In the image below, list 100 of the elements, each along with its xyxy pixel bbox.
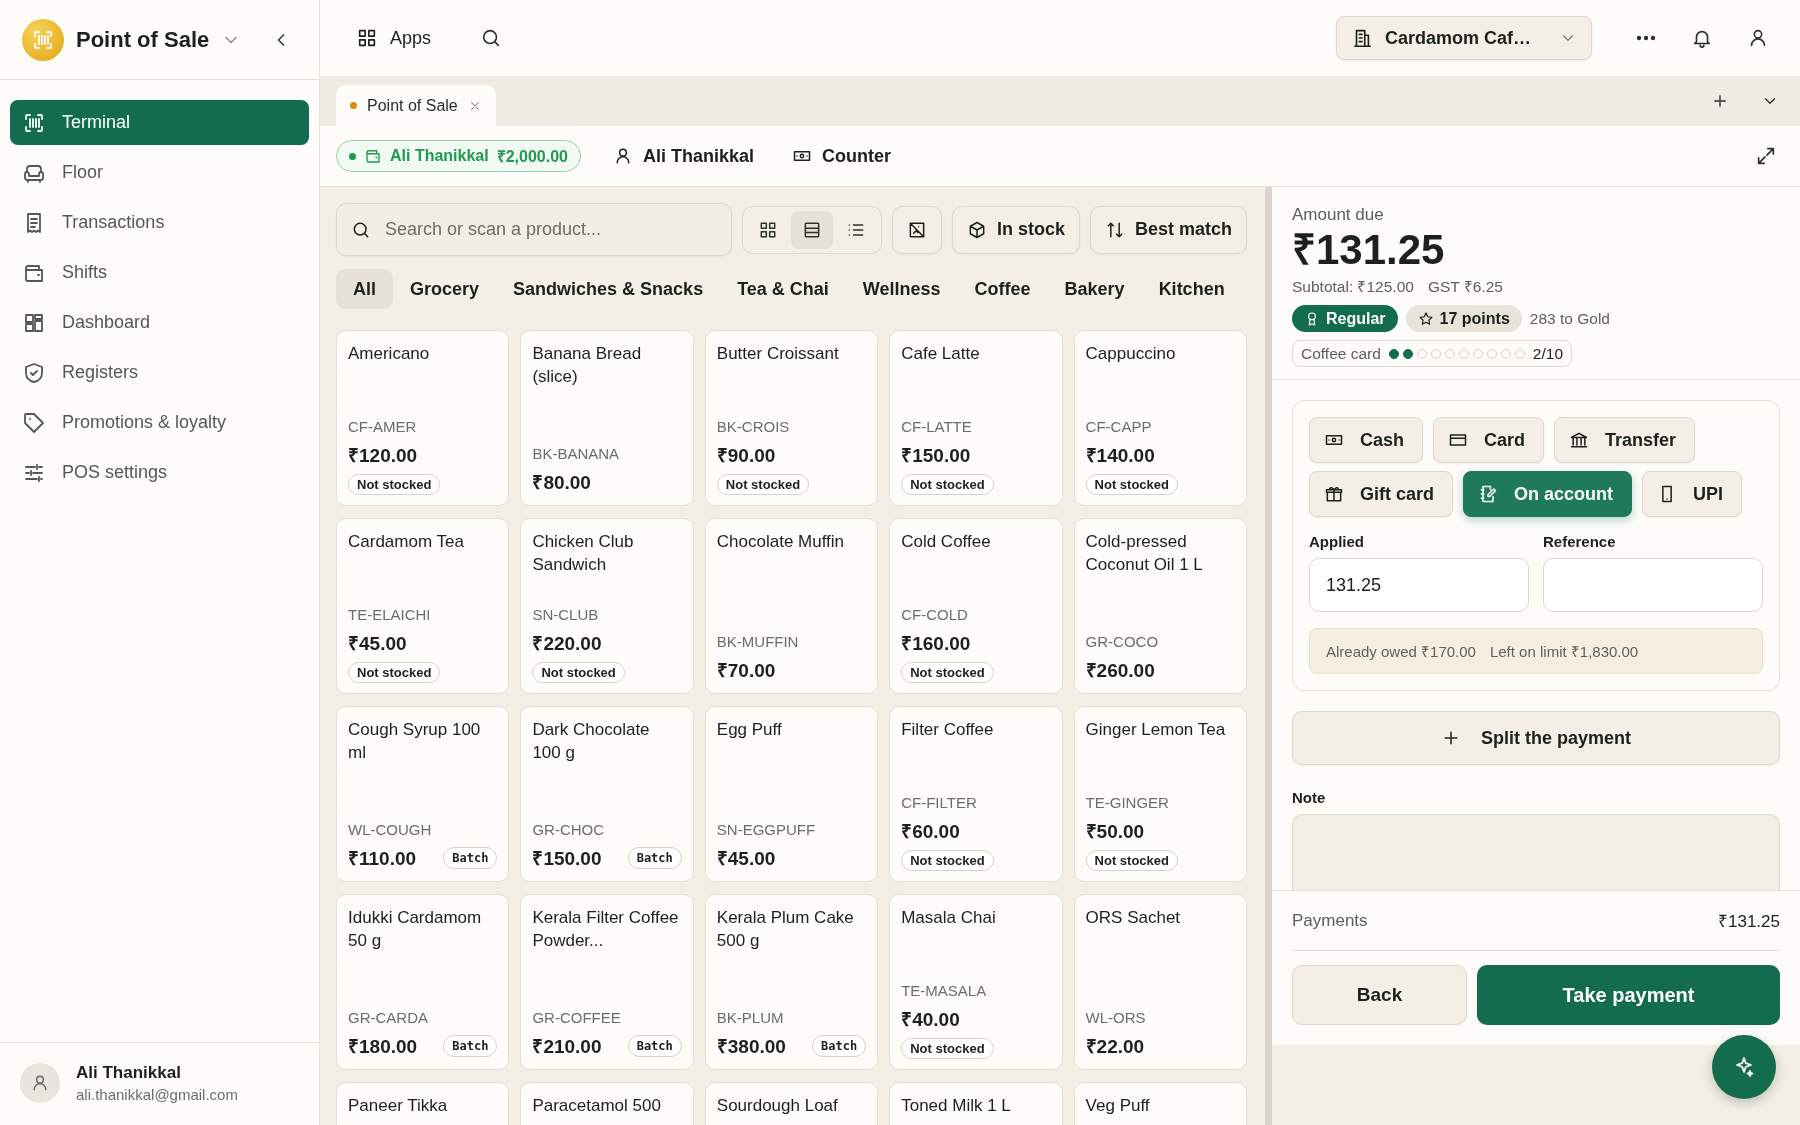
product-card[interactable]: Kerala Filter Coffee Powder... GR-COFFEE ₹210.00 Batch <box>520 894 694 1070</box>
payment-method-button[interactable]: UPI <box>1642 471 1743 518</box>
product-card[interactable]: Ginger Lemon Tea TE-GINGER ₹50.00 Not stocked <box>1073 706 1247 882</box>
product-card[interactable]: Chocolate Muffin BK-MUFFIN ₹70.00 <box>704 518 879 694</box>
star-icon <box>1417 310 1434 327</box>
notebook-icon <box>1478 484 1498 505</box>
category-tab[interactable]: Bakery <box>1047 269 1142 309</box>
product-sku: BK-MUFFIN <box>716 633 799 650</box>
wallet-icon <box>364 147 382 165</box>
sidebar-item[interactable]: Dashboard <box>10 300 309 345</box>
product-price: ₹380.00 <box>716 1035 786 1059</box>
product-price: ₹60.00 <box>901 820 960 844</box>
category-tab[interactable]: Sandwiches & Snacks <box>496 269 721 309</box>
product-name: Egg Puff <box>716 719 783 741</box>
product-card[interactable]: Egg Puff SN-EGGPUFF ₹45.00 <box>704 706 879 882</box>
reference-field[interactable] <box>1543 558 1763 613</box>
product-name: Masala Chai <box>901 907 997 929</box>
product-price: ₹120.00 <box>348 444 418 468</box>
product-price: ₹180.00 <box>348 1035 418 1059</box>
stock-badge: Not stocked <box>1085 474 1178 495</box>
product-card[interactable]: Cold Coffee CF-COLD ₹160.00 Not stocked <box>889 518 1063 694</box>
payment-method-button[interactable]: Gift card <box>1309 471 1453 518</box>
sidebar-item[interactable]: Shifts <box>10 250 309 295</box>
category-tab[interactable]: Tea & Chai <box>720 269 846 309</box>
sidebar-item[interactable]: Floor <box>10 150 309 195</box>
category-tab[interactable]: Wellness <box>845 269 958 309</box>
hide-images-button[interactable] <box>891 205 942 254</box>
product-name: Cough Syrup 100 ml <box>348 719 482 764</box>
product-name: Toned Milk 1 L <box>901 1095 1012 1117</box>
product-price: ₹90.00 <box>716 444 776 468</box>
product-card[interactable]: Chicken Club Sandwich SN-CLUB ₹220.00 Not stocked <box>520 518 694 694</box>
amount-due: ₹131.25 <box>1292 227 1446 274</box>
avatar[interactable] <box>20 1063 60 1103</box>
user-name: Ali Thanikkal <box>76 1063 182 1083</box>
product-card[interactable]: Butter Croissant BK-CROIS ₹90.00 Not stocked <box>704 330 879 506</box>
product-card[interactable]: Kerala Plum Cake 500 g BK-PLUM ₹380.00 Batch <box>704 894 879 1070</box>
product-name: Cafe Latte <box>901 343 981 365</box>
customer-button[interactable]: Ali Thanikkal <box>607 144 761 168</box>
sidebar-item[interactable]: POS settings <box>10 450 309 495</box>
app-name: Point of Sale <box>76 26 210 53</box>
product-card[interactable]: Cafe Latte CF-LATTE ₹150.00 Not stocked <box>889 330 1063 506</box>
register-button[interactable]: Counter <box>786 144 898 168</box>
store-selector[interactable]: Cardamom Caf… <box>1335 16 1592 60</box>
product-name: Paneer Tikka <box>348 1095 449 1117</box>
take-payment-button[interactable]: Take payment <box>1477 965 1780 1025</box>
user-email: ali.thanikkal@gmail.com <box>76 1086 238 1103</box>
sidebar-item[interactable]: Promotions & loyalty <box>10 400 309 445</box>
product-name: Idukki Cardamom 50 g <box>348 907 483 952</box>
tax: GST ₹6.25 <box>1427 277 1503 298</box>
filter-button[interactable]: In stock <box>951 205 1080 254</box>
product-name: Cold-pressed Coconut Oil 1 L <box>1085 531 1204 576</box>
product-card[interactable]: Dark Chocolate 100 g GR-CHOC ₹150.00 Batch <box>520 706 694 882</box>
product-sku: WL-ORS <box>1085 1009 1146 1026</box>
product-card[interactable]: Cold-pressed Coconut Oil 1 L GR-COCO ₹260.00 <box>1073 518 1247 694</box>
search-field[interactable]: Search or scan a product... <box>383 204 717 255</box>
product-price: ₹220.00 <box>532 632 602 656</box>
document-tab[interactable]: Point of Sale <box>336 85 496 126</box>
stock-badge: Not stocked <box>716 474 810 495</box>
product-card[interactable]: Paneer Tikka <box>336 1082 510 1125</box>
sidebar-item[interactable]: Terminal <box>10 100 309 145</box>
payment-method-button[interactable]: Cash <box>1309 417 1423 464</box>
product-card[interactable]: Toned Milk 1 L <box>889 1082 1063 1125</box>
product-card[interactable]: Filter Coffee CF-FILTER ₹60.00 Not stocked <box>889 706 1063 882</box>
category-tab[interactable]: Coffee <box>957 269 1048 309</box>
stock-badge: Not stocked <box>1085 850 1178 871</box>
product-sku: CF-LATTE <box>901 418 972 435</box>
payment-method-button[interactable]: On account <box>1463 471 1633 518</box>
product-card[interactable]: Cough Syrup 100 ml WL-COUGH ₹110.00 Batch <box>336 706 510 882</box>
filter-button[interactable]: Best match <box>1089 205 1247 254</box>
product-card[interactable]: Idukki Cardamom 50 g GR-CARDA ₹180.00 Batch <box>336 894 510 1070</box>
category-tab[interactable]: Kitchen <box>1141 269 1242 309</box>
product-card[interactable]: Cappuccino CF-CAPP ₹140.00 Not stocked <box>1073 330 1247 506</box>
product-card[interactable]: Cardamom Tea TE-ELAICHI ₹45.00 Not stocked <box>336 518 510 694</box>
product-card[interactable]: Masala Chai TE-MASALA ₹40.00 Not stocked <box>889 894 1063 1070</box>
grid-icon <box>356 27 378 49</box>
stock-badge: Not stocked <box>901 850 994 871</box>
search-box[interactable]: Search or scan a product... <box>336 203 732 256</box>
category-tab[interactable]: Grocery <box>393 269 497 309</box>
product-card[interactable]: Paracetamol 500 <box>520 1082 694 1125</box>
payment-method-button[interactable]: Card <box>1433 417 1545 464</box>
payment-method-button[interactable]: Transfer <box>1554 417 1696 464</box>
back-button[interactable]: Back <box>1292 965 1467 1025</box>
product-name: Paracetamol 500 <box>532 1095 662 1117</box>
view-button[interactable] <box>790 210 833 249</box>
apps-button[interactable]: Apps <box>350 26 438 50</box>
sidebar-item[interactable]: Transactions <box>10 200 309 245</box>
product-sku: GR-COCO <box>1085 633 1159 650</box>
product-card[interactable]: Sourdough Loaf <box>704 1082 879 1125</box>
split-payment-button[interactable]: Split the payment <box>1292 711 1780 766</box>
product-sku: BK-CROIS <box>716 418 790 435</box>
stock-badge: Not stocked <box>901 662 994 683</box>
product-card[interactable]: Americano CF-AMER ₹120.00 Not stocked <box>336 330 510 506</box>
product-price: ₹80.00 <box>532 471 591 495</box>
sidebar-item[interactable]: Registers <box>10 350 309 395</box>
applied-field[interactable]: 131.25 <box>1309 558 1529 613</box>
category-tab[interactable]: All <box>336 269 393 309</box>
stock-badge: Not stocked <box>532 662 625 683</box>
product-card[interactable]: Banana Bread (slice) BK-BANANA ₹80.00 <box>520 330 694 506</box>
product-card[interactable]: ORS Sachet WL-ORS ₹22.00 <box>1073 894 1247 1070</box>
product-card[interactable]: Veg Puff <box>1073 1082 1247 1125</box>
